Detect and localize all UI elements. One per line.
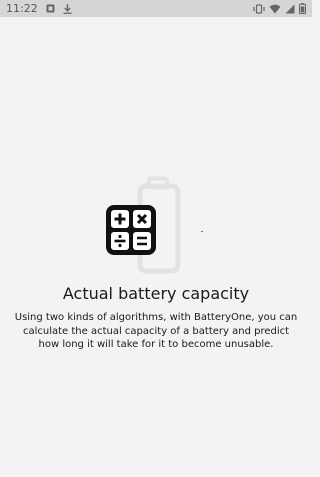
notification-icon [46,4,55,13]
status-left: 11:22 [0,2,72,15]
download-icon [63,3,72,14]
signal-icon [285,4,295,13]
status-bar: 11:22 [0,0,312,17]
onboarding-title: Actual battery capacity [62,284,250,303]
vibrate-icon [253,3,265,14]
battery-icon [299,3,306,14]
onboarding-description: Using two kinds of algorithms, with Batt… [14,312,298,350]
battery-calculator-illustration [106,176,216,274]
status-time: 11:22 [6,2,38,15]
status-right [253,3,312,14]
decorative-dot [201,231,203,232]
wifi-icon [269,4,281,13]
calculator-icon [106,205,156,255]
